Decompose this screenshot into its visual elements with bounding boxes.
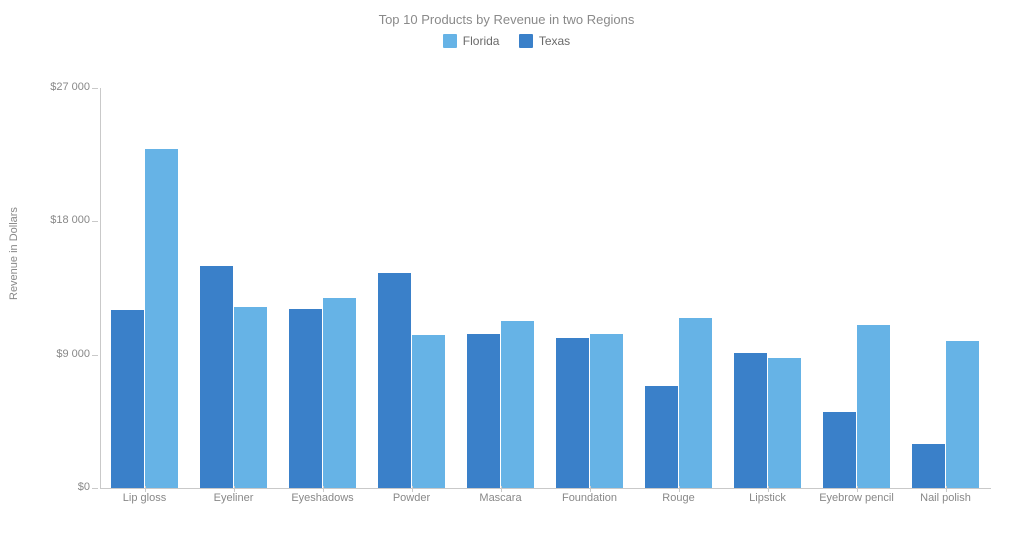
bar-group	[279, 88, 368, 488]
legend-swatch-florida	[443, 34, 457, 48]
y-tick-label: $9 000	[30, 348, 90, 360]
y-tick-text: $0	[78, 481, 90, 493]
bar-group	[813, 88, 902, 488]
x-tick-label: Lipstick	[723, 492, 812, 504]
bar-texas[interactable]	[645, 386, 678, 488]
y-tick-label: $27 000	[30, 81, 90, 93]
x-tick-label: Eyeshadows	[278, 492, 367, 504]
bar-texas[interactable]	[289, 309, 322, 488]
bar-group	[635, 88, 724, 488]
plot-area	[100, 88, 991, 489]
legend-item-florida[interactable]: Florida	[443, 34, 500, 48]
bar-texas[interactable]	[111, 310, 144, 488]
bar-texas[interactable]	[734, 353, 767, 488]
legend-label-texas: Texas	[539, 34, 570, 48]
legend-item-texas[interactable]: Texas	[519, 34, 570, 48]
bar-texas[interactable]	[823, 412, 856, 488]
bar-group	[368, 88, 457, 488]
y-axis-label: Revenue in Dollars	[8, 207, 20, 300]
bar-florida[interactable]	[234, 307, 267, 488]
bar-texas[interactable]	[556, 338, 589, 488]
y-tick-label: $18 000	[30, 214, 90, 226]
x-tick-label: Nail polish	[901, 492, 990, 504]
x-axis: Lip gloss Eyeliner Eyeshadows Powder Mas…	[100, 492, 990, 512]
x-tick-label: Mascara	[456, 492, 545, 504]
bar-group	[724, 88, 813, 488]
bar-texas[interactable]	[200, 266, 233, 488]
bar-chart: Top 10 Products by Revenue in two Region…	[0, 0, 1013, 559]
bar-florida[interactable]	[412, 335, 445, 488]
x-tick-label: Eyeliner	[189, 492, 278, 504]
x-tick-label: Powder	[367, 492, 456, 504]
bar-florida[interactable]	[145, 149, 178, 488]
x-tick-label: Foundation	[545, 492, 634, 504]
bar-florida[interactable]	[946, 341, 979, 488]
bar-group	[457, 88, 546, 488]
legend-label-florida: Florida	[463, 34, 500, 48]
bar-florida[interactable]	[857, 325, 890, 488]
bar-texas[interactable]	[912, 444, 945, 488]
y-tick-text: $27 000	[50, 81, 90, 93]
x-tick-label: Eyebrow pencil	[812, 492, 901, 504]
y-tick-text: $18 000	[50, 214, 90, 226]
bar-group	[546, 88, 635, 488]
bar-florida[interactable]	[590, 334, 623, 488]
y-tick-text: $9 000	[56, 348, 90, 360]
x-tick-label: Lip gloss	[100, 492, 189, 504]
bar-group	[190, 88, 279, 488]
bar-texas[interactable]	[467, 334, 500, 488]
y-tick-label: $0	[30, 481, 90, 493]
bar-florida[interactable]	[768, 358, 801, 488]
x-tick-label: Rouge	[634, 492, 723, 504]
bar-florida[interactable]	[679, 318, 712, 488]
bar-group	[902, 88, 991, 488]
bar-texas[interactable]	[378, 273, 411, 488]
chart-title: Top 10 Products by Revenue in two Region…	[0, 12, 1013, 27]
legend-swatch-texas	[519, 34, 533, 48]
chart-legend: Florida Texas	[0, 34, 1013, 51]
bar-group	[101, 88, 190, 488]
bar-florida[interactable]	[323, 298, 356, 488]
bar-florida[interactable]	[501, 321, 534, 488]
